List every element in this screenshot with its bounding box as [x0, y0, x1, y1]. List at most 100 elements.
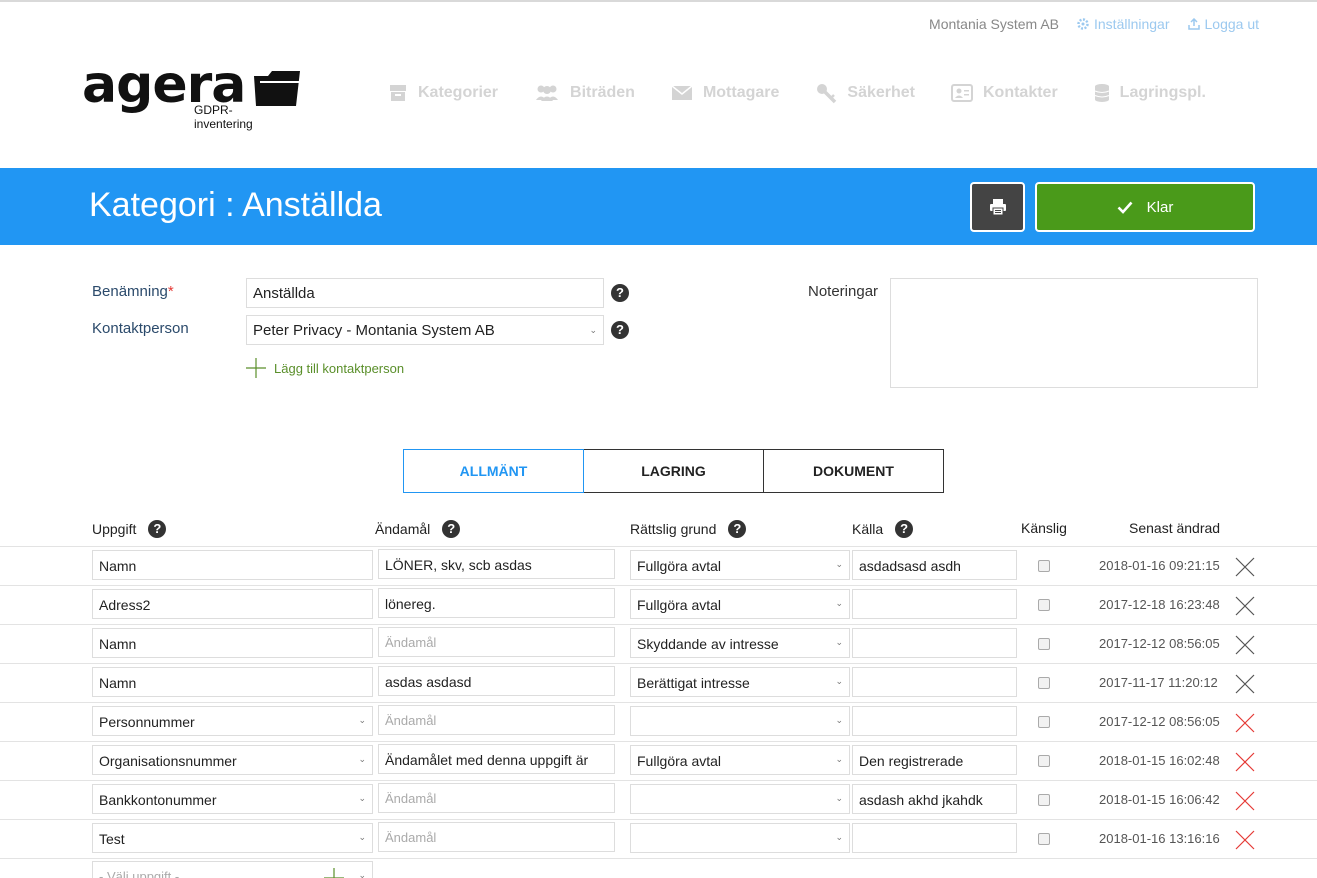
nav-lagringspl[interactable]: Lagringspl. [1094, 82, 1206, 104]
row-divider [0, 624, 1317, 625]
name-label: Benämning* [92, 283, 174, 300]
kalla-field[interactable]: Den registrerade [852, 745, 1017, 775]
row-divider [0, 663, 1317, 664]
uppgift-field[interactable]: Namn [92, 628, 373, 658]
delete-icon[interactable] [1235, 635, 1255, 655]
contact-select[interactable]: Peter Privacy - Montania System AB ⌄ [246, 315, 604, 345]
col-header-label: Rättslig grund [630, 521, 717, 537]
gear-icon [1077, 18, 1089, 30]
notes-textarea[interactable] [890, 278, 1258, 388]
delete-icon[interactable] [1235, 557, 1255, 577]
sensitive-checkbox[interactable] [1038, 599, 1050, 611]
delete-icon[interactable] [1235, 791, 1255, 811]
plus-icon [246, 358, 266, 378]
key-icon [817, 84, 837, 104]
sensitive-checkbox[interactable] [1038, 638, 1050, 650]
help-icon[interactable]: ? [895, 520, 914, 538]
andamal-placeholder: Ändamål [385, 791, 437, 806]
sensitive-checkbox[interactable] [1038, 833, 1050, 845]
uppgift-field[interactable]: Namn [92, 667, 373, 697]
grund-select[interactable]: Skyddande av intresse ⌄ [630, 628, 850, 658]
new-row-select[interactable]: - Välj uppgift - ⌄ [92, 861, 373, 878]
uppgift-field[interactable]: Organisationsnummer ⌄ [92, 745, 373, 775]
grund-select[interactable]: Berättigat intresse ⌄ [630, 667, 850, 697]
nav-kontakter[interactable]: Kontakter [950, 82, 1058, 104]
name-input[interactable]: Anställda [246, 278, 604, 308]
andamal-field[interactable]: lönereg. [378, 588, 615, 618]
row-divider [0, 741, 1317, 742]
andamal-field[interactable]: LÖNER, skv, scb asdas [378, 549, 615, 579]
delete-icon[interactable] [1235, 752, 1255, 772]
chevron-down-icon: ⌄ [835, 793, 843, 803]
delete-icon[interactable] [1235, 674, 1255, 694]
andamal-field[interactable]: Ändamålet med denna uppgift är [378, 744, 615, 774]
nav-label: Lagringspl. [1119, 84, 1206, 101]
delete-icon[interactable] [1235, 596, 1255, 616]
chevron-down-icon: ⌄ [358, 793, 366, 803]
andamal-field[interactable]: Ändamål [378, 705, 615, 735]
andamal-placeholder: Ändamål [385, 635, 437, 650]
contact-label: Kontaktperson [92, 320, 189, 337]
kalla-field[interactable] [852, 628, 1017, 658]
grund-select[interactable]: Fullgöra avtal ⌄ [630, 745, 850, 775]
nav-sakerhet[interactable]: Säkerhet [815, 82, 915, 104]
new-row-placeholder: - Välj uppgift - [99, 869, 180, 878]
help-icon[interactable]: ? [442, 520, 461, 538]
modified-date: 2017-11-17 11:20:12 [1099, 675, 1218, 690]
grund-select[interactable]: ⌄ [630, 706, 850, 736]
kalla-field[interactable] [852, 823, 1017, 853]
modified-date: 2017-12-12 08:56:05 [1099, 714, 1220, 729]
sensitive-checkbox[interactable] [1038, 755, 1050, 767]
uppgift-field[interactable]: Namn [92, 550, 373, 580]
logout-link[interactable]: Logga ut [1187, 16, 1259, 32]
sensitive-checkbox[interactable] [1038, 716, 1050, 728]
andamal-field[interactable]: Ändamål [378, 783, 615, 813]
uppgift-field[interactable]: Personnummer ⌄ [92, 706, 373, 736]
sensitive-checkbox[interactable] [1038, 794, 1050, 806]
uppgift-value: Organisationsnummer [99, 753, 237, 769]
help-icon[interactable]: ? [728, 520, 747, 538]
andamal-field[interactable]: asdas asdasd [378, 666, 615, 696]
sensitive-checkbox[interactable] [1038, 677, 1050, 689]
nav-kategorier[interactable]: Kategorier [388, 82, 498, 104]
kalla-field[interactable] [852, 589, 1017, 619]
settings-link[interactable]: Inställningar [1077, 16, 1170, 32]
delete-icon[interactable] [1235, 830, 1255, 850]
help-icon[interactable]: ? [611, 321, 629, 339]
kalla-field[interactable]: asdash akhd jkahdk [852, 784, 1017, 814]
row-divider [0, 585, 1317, 586]
tab-allmant[interactable]: ALLMÄNT [403, 449, 584, 493]
andamal-field[interactable]: Ändamål [378, 822, 615, 852]
andamal-placeholder: Ändamål [385, 830, 437, 845]
kalla-field[interactable] [852, 667, 1017, 697]
nav-mottagare[interactable]: Mottagare [671, 82, 779, 104]
done-button[interactable]: Klar [1035, 182, 1255, 232]
andamal-field[interactable]: Ändamål [378, 627, 615, 657]
grund-select[interactable]: ⌄ [630, 784, 850, 814]
uppgift-value: Adress2 [99, 597, 151, 613]
uppgift-value: Personnummer [99, 714, 195, 730]
nav-label: Mottagare [702, 84, 780, 101]
nav-label: Biträden [570, 84, 635, 101]
grund-select[interactable]: Fullgöra avtal ⌄ [630, 589, 850, 619]
help-icon[interactable]: ? [148, 520, 167, 538]
uppgift-field[interactable]: Adress2 [92, 589, 373, 619]
tab-dokument[interactable]: DOKUMENT [763, 449, 944, 493]
help-icon[interactable]: ? [611, 284, 629, 302]
uppgift-field[interactable]: Test ⌄ [92, 823, 373, 853]
page-header: Kategori : Anställda Klar [0, 168, 1317, 245]
col-header-uppgift: Uppgift? [92, 520, 167, 538]
delete-icon[interactable] [1235, 713, 1255, 733]
grund-select[interactable]: ⌄ [630, 823, 850, 853]
print-button[interactable] [970, 182, 1025, 232]
kalla-field[interactable] [852, 706, 1017, 736]
sensitive-checkbox[interactable] [1038, 560, 1050, 572]
uppgift-field[interactable]: Bankkontonummer ⌄ [92, 784, 373, 814]
kalla-field[interactable]: asdadsasd asdh [852, 550, 1017, 580]
add-contact-link[interactable]: Lägg till kontaktperson [246, 358, 404, 378]
tab-lagring[interactable]: LAGRING [583, 449, 764, 493]
nav-bitraden[interactable]: Biträden [534, 82, 635, 104]
company-name: Montania System AB [929, 16, 1059, 32]
agera-logo[interactable]: agera GDPR-inventering [82, 59, 300, 131]
grund-select[interactable]: Fullgöra avtal ⌄ [630, 550, 850, 580]
